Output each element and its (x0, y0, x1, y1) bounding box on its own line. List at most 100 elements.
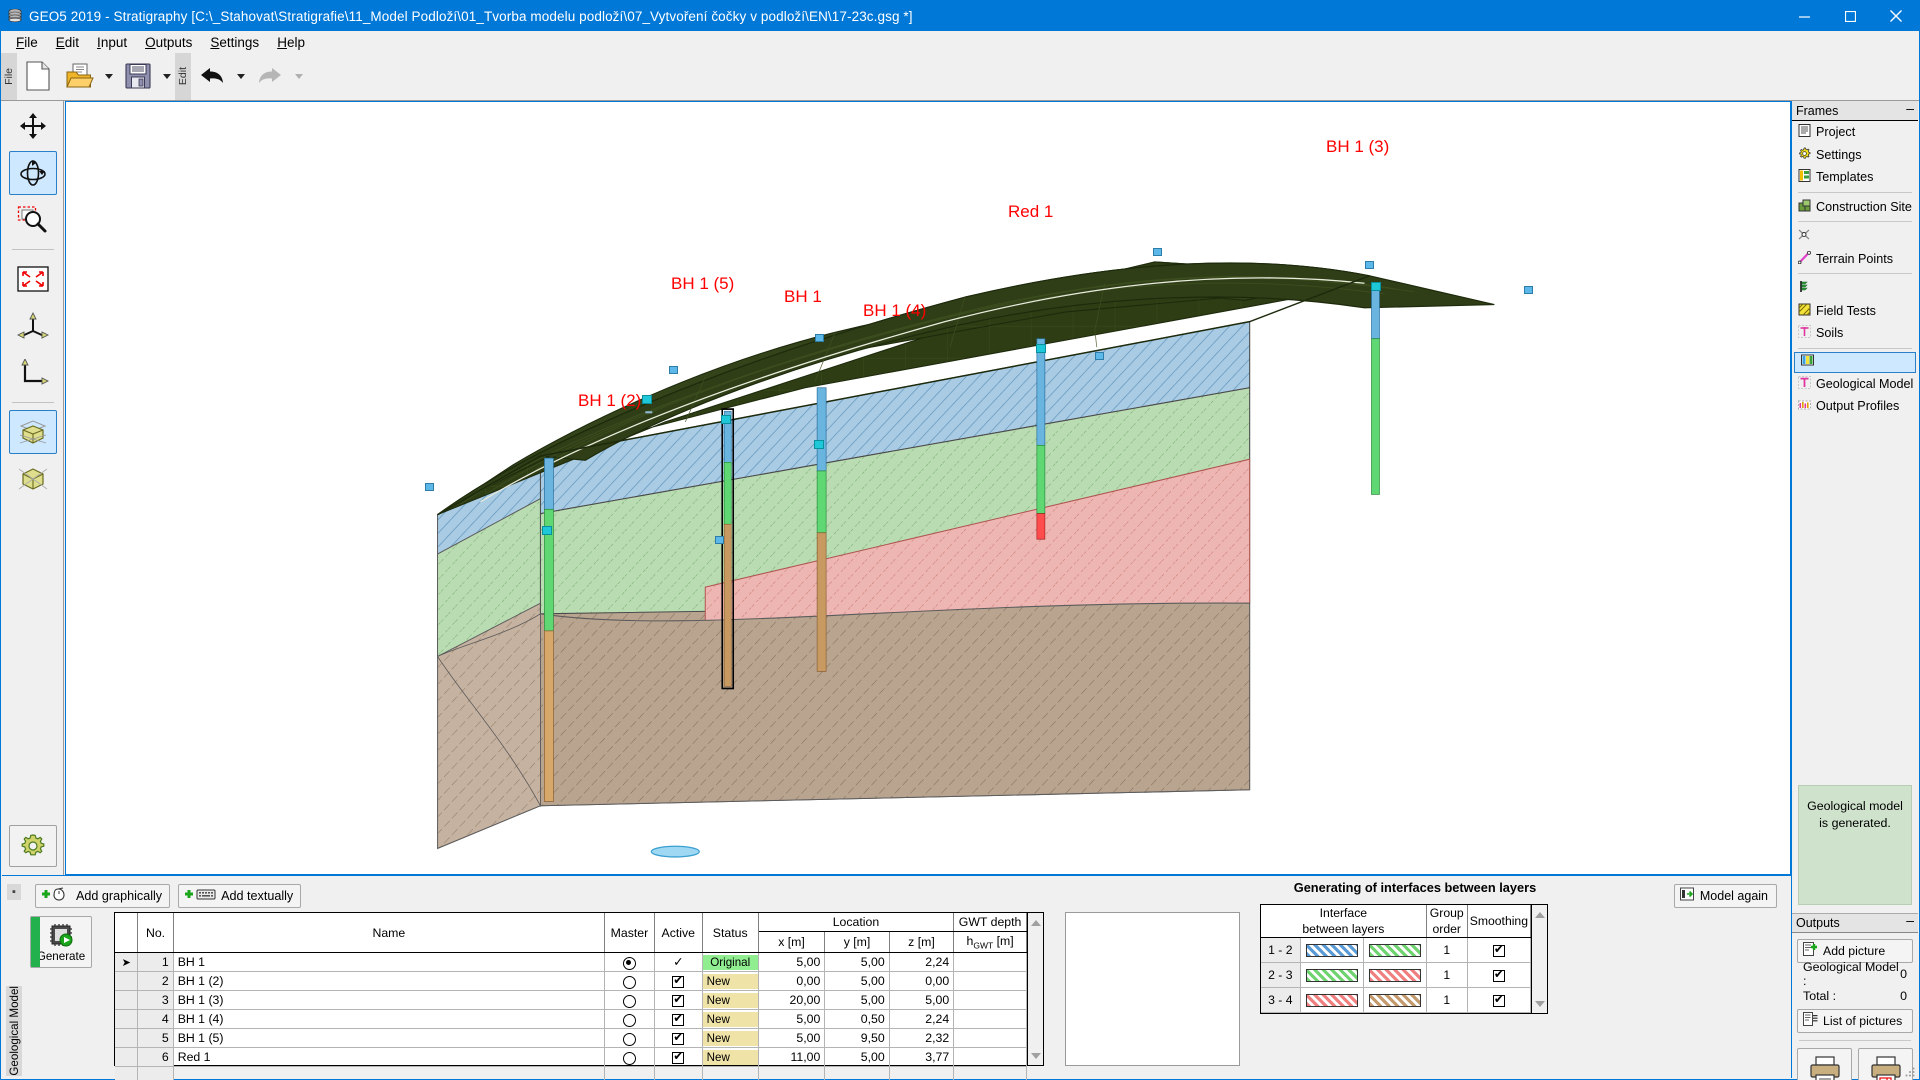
row-name[interactable]: BH 1 (3) (173, 990, 606, 1011)
interface-group-order[interactable]: 1 (1426, 937, 1468, 963)
row-selector[interactable] (115, 1009, 139, 1030)
row-master[interactable] (604, 1009, 655, 1030)
row-active[interactable] (654, 1028, 703, 1049)
master-radio[interactable] (622, 994, 636, 1008)
sidebar-item-templates[interactable]: Templates (1792, 166, 1918, 189)
pan-tool-icon[interactable] (9, 104, 57, 148)
smoothing-checkbox[interactable] (1492, 942, 1505, 957)
terrain-point-marker[interactable] (815, 334, 824, 342)
minimize-button[interactable] (1781, 1, 1827, 31)
active-checkbox[interactable] (672, 1030, 685, 1046)
open-folder-icon[interactable] (59, 53, 101, 99)
borehole-marker-bh1[interactable] (721, 415, 731, 424)
model-3d-viewport[interactable]: BH 1 (3) Red 1 BH 1 (5) BH 1 BH 1 (4) BH… (65, 101, 1791, 875)
sidebar-item-soils[interactable]: Field Tests (1792, 300, 1918, 323)
row-y[interactable]: 9,50 (824, 1028, 890, 1049)
interface-row[interactable]: 3 - 4 1 (1261, 987, 1532, 1013)
row-gwt[interactable] (953, 1009, 1027, 1030)
borehole-marker-bh1-4[interactable] (814, 440, 824, 449)
row-x[interactable]: 5,00 (758, 1009, 826, 1030)
master-radio[interactable] (622, 1013, 636, 1027)
maximize-button[interactable] (1827, 1, 1873, 31)
terrain-point-marker[interactable] (1153, 248, 1162, 256)
row-y[interactable]: 5,00 (824, 971, 890, 992)
outputs-collapse-button[interactable]: – (1906, 913, 1914, 930)
row-gwt[interactable] (953, 952, 1027, 973)
menu-outputs[interactable]: Outputs (136, 33, 201, 52)
cut-model-top-tool-icon[interactable] (8, 410, 57, 454)
zoom-extents-tool-icon[interactable] (9, 257, 57, 301)
menu-file[interactable]: File (7, 33, 47, 52)
interface-smoothing[interactable] (1467, 937, 1532, 963)
sidebar-item-project[interactable]: Project (1792, 121, 1918, 144)
scroll-down-button[interactable] (1028, 1048, 1043, 1063)
print-button[interactable] (1797, 1048, 1852, 1080)
undo-arrow-icon[interactable] (191, 53, 233, 99)
rotate-tool-icon[interactable] (8, 151, 57, 195)
interfaces-table[interactable]: Interface Group Smoothing between layers… (1260, 904, 1548, 1014)
master-radio[interactable] (622, 975, 636, 989)
sidebar-item-soil-profiles[interactable]: Soils (1792, 322, 1918, 345)
add-textually-button[interactable]: Add textually (178, 884, 302, 908)
row-x[interactable]: 11,00 (758, 1047, 826, 1068)
zoom-window-tool-icon[interactable] (9, 198, 57, 242)
interface-group-order[interactable]: 1 (1426, 987, 1468, 1013)
active-checkbox[interactable] (672, 973, 685, 989)
master-radio[interactable] (622, 1051, 636, 1065)
add-graphically-button[interactable]: Add graphically (35, 884, 171, 908)
row-name[interactable]: BH 1 (173, 952, 606, 973)
row-z[interactable]: 2,24 (889, 1009, 955, 1030)
close-button[interactable] (1873, 1, 1919, 31)
table-row[interactable]: ➤ 1 BH 1 ✓ Original 5,00 5,00 2,24 (115, 952, 1027, 973)
table-row[interactable]: 4BH 1 (4) New5,000,502,24 (115, 1009, 1027, 1030)
master-radio[interactable] (622, 956, 636, 970)
row-active[interactable] (654, 971, 703, 992)
interface-group-order[interactable]: 1 (1426, 962, 1468, 988)
row-selector[interactable] (115, 1028, 139, 1049)
row-name[interactable]: Red 1 (173, 1047, 606, 1068)
row-gwt[interactable] (953, 990, 1027, 1011)
row-z[interactable]: 0,00 (889, 971, 955, 992)
scroll-up-button[interactable] (1028, 915, 1043, 930)
interface-smoothing[interactable] (1467, 962, 1532, 988)
interface-smoothing[interactable] (1467, 987, 1532, 1013)
row-active[interactable] (654, 1009, 703, 1030)
row-z[interactable]: 3,77 (889, 1047, 955, 1068)
if-scroll-down-button[interactable] (1532, 996, 1547, 1011)
menu-input[interactable]: Input (88, 33, 136, 52)
row-active[interactable] (654, 1047, 703, 1068)
interface-row[interactable]: 1 - 2 1 (1261, 937, 1532, 963)
sidebar-item-output-profiles[interactable]: Geological Model (1792, 373, 1918, 396)
table-row[interactable]: 5BH 1 (5) New5,009,502,32 (115, 1028, 1027, 1049)
list-of-pictures-button[interactable]: List of pictures (1797, 1009, 1913, 1033)
row-active[interactable] (654, 990, 703, 1011)
active-checkbox[interactable] (672, 1049, 685, 1065)
row-master[interactable] (604, 990, 655, 1011)
terrain-point-marker[interactable] (1524, 286, 1533, 294)
terrain-point-marker[interactable] (715, 536, 724, 544)
sidebar-item-terrain-points[interactable] (1792, 225, 1918, 248)
active-checkbox[interactable] (672, 992, 685, 1008)
borehole-marker-bh1-5[interactable] (642, 395, 652, 404)
row-master[interactable] (604, 971, 655, 992)
row-selector[interactable] (115, 1047, 139, 1068)
row-x[interactable]: 0,00 (758, 971, 826, 992)
new-document-icon[interactable] (17, 53, 59, 99)
frames-collapse-button[interactable]: – (1906, 101, 1914, 118)
row-name[interactable]: BH 1 (5) (173, 1028, 606, 1049)
table-row[interactable]: 2BH 1 (2)New0,005,000,00 (115, 971, 1027, 992)
terrain-point-marker[interactable] (1095, 352, 1104, 360)
row-x[interactable]: 5,00 (758, 952, 826, 973)
borehole-marker-red1[interactable] (1036, 344, 1046, 353)
row-y[interactable]: 5,00 (824, 1047, 890, 1068)
row-name[interactable]: BH 1 (2) (173, 971, 606, 992)
terrain-point-marker[interactable] (425, 483, 434, 491)
active-checkbox[interactable] (672, 1011, 685, 1027)
tab-geological-model[interactable]: Geological Model (6, 986, 22, 1076)
resize-grip[interactable] (1905, 1065, 1915, 1077)
table-row[interactable]: 3BH 1 (3)New20,005,005,00 (115, 990, 1027, 1011)
sidebar-item-geological-model[interactable] (1794, 351, 1916, 373)
sidebar-item-terrain-edges[interactable]: Terrain Points (1792, 248, 1918, 271)
dock-grip-handle[interactable]: ▪ (7, 884, 21, 900)
row-y[interactable]: 5,00 (824, 990, 890, 1011)
